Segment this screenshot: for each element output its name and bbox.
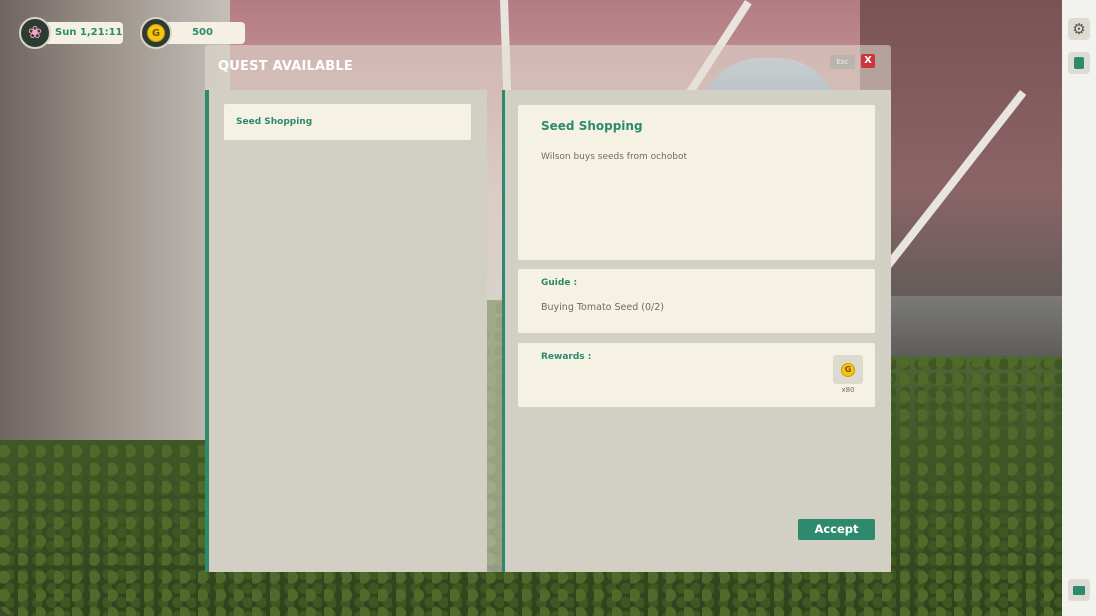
rewards-label: Rewards : — [541, 352, 592, 362]
reward-slot[interactable]: G — [833, 355, 863, 384]
quest-rewards-card: Rewards : G x80 — [518, 343, 875, 407]
quest-dialog: QUEST AVAILABLE Esc X Seed Shopping Seed… — [205, 45, 891, 572]
esc-hint: Esc — [830, 55, 855, 69]
inventory-box-icon — [1073, 585, 1085, 595]
gold-coin-icon: G — [147, 24, 165, 42]
gold-badge: G — [140, 17, 172, 49]
guide-objective: Buying Tomato Seed (0/2) — [541, 302, 664, 313]
scene-wall-left — [0, 0, 230, 440]
gear-icon: ⚙ — [1072, 19, 1086, 38]
quest-title: Seed Shopping — [541, 119, 643, 133]
quest-list-item[interactable]: Seed Shopping — [224, 104, 471, 140]
clipboard-icon — [1074, 57, 1084, 69]
dialog-title: QUEST AVAILABLE — [218, 59, 353, 74]
scene-floor-panel — [880, 296, 1062, 356]
quest-description-card: Seed Shopping Wilson buys seeds from och… — [518, 105, 875, 260]
quest-list-panel: Seed Shopping — [205, 90, 487, 572]
quest-detail-panel: Seed Shopping Wilson buys seeds from och… — [502, 90, 891, 572]
close-button[interactable]: X — [861, 54, 875, 68]
right-sidebar: ⚙ — [1062, 0, 1096, 616]
quest-log-button[interactable] — [1068, 52, 1090, 74]
gold-display: 500 — [160, 22, 245, 44]
flower-icon: ❀ — [27, 22, 43, 43]
accept-button[interactable]: Accept — [798, 519, 875, 540]
season-badge: ❀ — [19, 17, 51, 49]
gold-coin-icon: G — [841, 362, 855, 377]
datetime-display: Sun 1,21:11 — [40, 22, 123, 44]
inventory-button[interactable] — [1068, 579, 1090, 601]
quest-description: Wilson buys seeds from ochobot — [541, 152, 687, 162]
quest-guide-card: Guide : Buying Tomato Seed (0/2) — [518, 269, 875, 333]
settings-button[interactable]: ⚙ — [1068, 18, 1090, 40]
guide-label: Guide : — [541, 278, 578, 288]
reward-quantity: x80 — [841, 386, 855, 394]
